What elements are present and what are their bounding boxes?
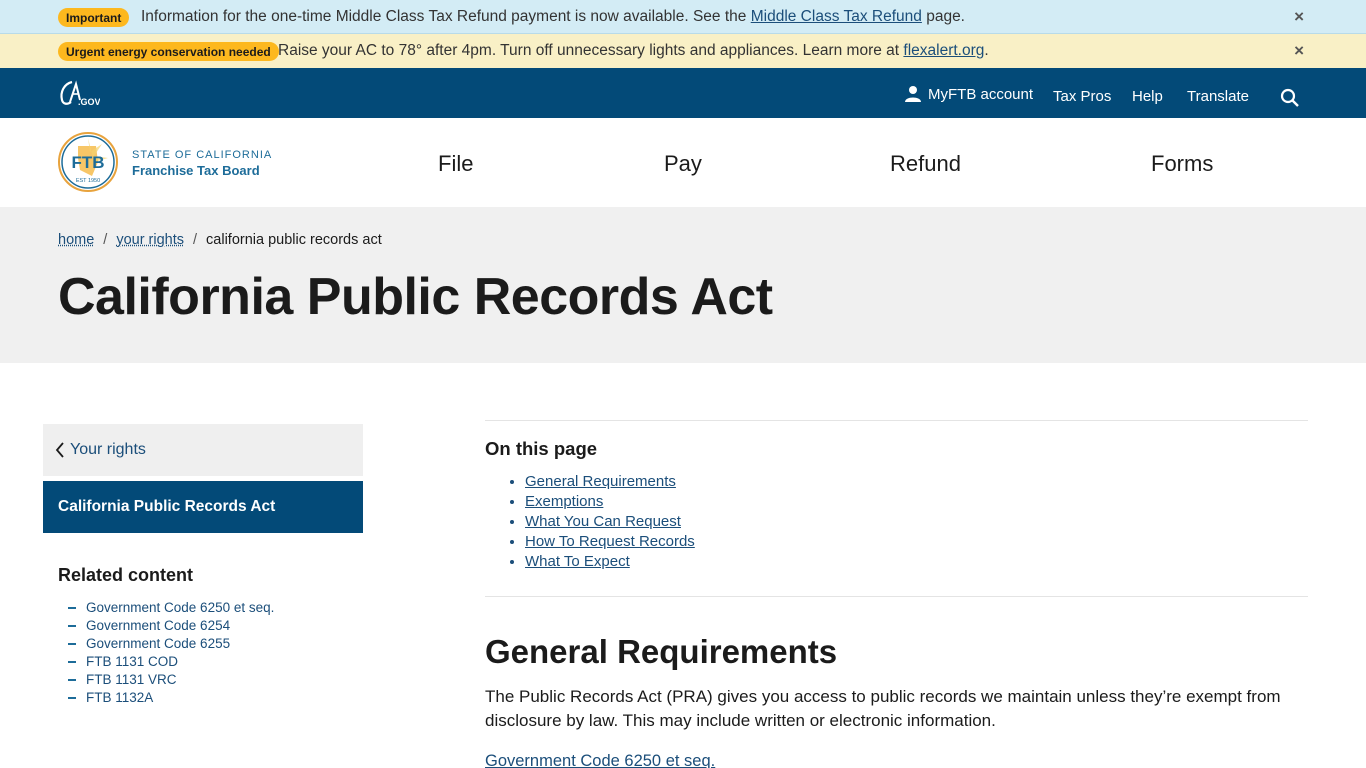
close-icon[interactable]: × bbox=[1294, 41, 1304, 61]
dash-icon bbox=[68, 679, 76, 681]
related-content-title: Related content bbox=[58, 565, 194, 585]
related-item[interactable]: Government Code 6255 bbox=[68, 635, 274, 653]
main-navigation: FTB EST 1950 STATE OF CALIFORNIA Franchi… bbox=[0, 118, 1366, 207]
sidenav-back-your-rights[interactable]: Your rights bbox=[43, 424, 363, 476]
nav-file[interactable]: File bbox=[438, 151, 473, 177]
breadcrumb-your-rights[interactable]: your rights bbox=[116, 232, 184, 248]
dash-icon bbox=[68, 625, 76, 627]
anchor-exemptions[interactable]: Exemptions bbox=[525, 493, 603, 510]
related-item[interactable]: FTB 1132A bbox=[68, 689, 274, 707]
dash-icon bbox=[68, 661, 76, 663]
related-item[interactable]: Government Code 6254 bbox=[68, 617, 274, 635]
list-item: What You Can Request bbox=[525, 512, 695, 532]
government-code-link[interactable]: Government Code 6250 et seq. bbox=[485, 752, 715, 768]
alert-banner-important: Important Information for the one-time M… bbox=[0, 0, 1366, 34]
breadcrumb: home / your rights / california public recor… bbox=[58, 232, 382, 248]
list-item: Exemptions bbox=[525, 492, 695, 512]
breadcrumb-home[interactable]: home bbox=[58, 232, 94, 248]
anchor-how-to-request-records[interactable]: How To Request Records bbox=[525, 533, 695, 550]
user-icon bbox=[905, 86, 921, 102]
dash-icon bbox=[68, 697, 76, 699]
divider bbox=[485, 596, 1308, 597]
on-this-page-list: General Requirements Exemptions What You… bbox=[525, 472, 695, 572]
myftb-account-link[interactable]: MyFTB account bbox=[904, 85, 1033, 103]
svg-text:EST 1950: EST 1950 bbox=[76, 178, 100, 184]
middle-class-tax-refund-link[interactable]: Middle Class Tax Refund bbox=[751, 8, 922, 25]
list-item: How To Request Records bbox=[525, 532, 695, 552]
on-this-page-title: On this page bbox=[485, 438, 598, 459]
anchor-general-requirements[interactable]: General Requirements bbox=[525, 473, 676, 490]
svg-text:.GOV: .GOV bbox=[78, 97, 100, 107]
related-content-list: Government Code 6250 et seq. Government … bbox=[68, 599, 274, 707]
ca-gov-logo-icon[interactable]: .GOV bbox=[58, 78, 100, 108]
tax-pros-link[interactable]: Tax Pros bbox=[1053, 88, 1111, 105]
nav-forms[interactable]: Forms bbox=[1151, 151, 1213, 177]
org-state-label: STATE OF CALIFORNIA bbox=[132, 149, 273, 161]
page-header: home / your rights / california public recor… bbox=[0, 207, 1366, 363]
divider bbox=[485, 420, 1308, 421]
flexalert-link[interactable]: flexalert.org bbox=[903, 42, 984, 59]
close-icon[interactable]: × bbox=[1294, 7, 1304, 27]
ftb-logo-icon[interactable]: FTB EST 1950 bbox=[58, 132, 118, 192]
nav-refund[interactable]: Refund bbox=[890, 151, 961, 177]
translate-link[interactable]: Translate bbox=[1187, 88, 1249, 105]
alert-message: Information for the one-time Middle Clas… bbox=[141, 8, 965, 25]
alert-message: Raise your AC to 78° after 4pm. Turn off… bbox=[278, 42, 989, 59]
related-item[interactable]: FTB 1131 COD bbox=[68, 653, 274, 671]
related-item[interactable]: FTB 1131 VRC bbox=[68, 671, 274, 689]
nav-pay[interactable]: Pay bbox=[664, 151, 702, 177]
list-item: General Requirements bbox=[525, 472, 695, 492]
alert-banner-energy: Urgent energy conservation needed Raise … bbox=[0, 34, 1366, 68]
related-item[interactable]: Government Code 6250 et seq. bbox=[68, 599, 274, 617]
urgent-badge: Urgent energy conservation needed bbox=[58, 42, 279, 61]
sidenav-item-active[interactable]: California Public Records Act bbox=[43, 481, 363, 533]
dash-icon bbox=[68, 643, 76, 645]
section-title: General Requirements bbox=[485, 633, 838, 670]
dash-icon bbox=[68, 607, 76, 609]
anchor-what-to-expect[interactable]: What To Expect bbox=[525, 553, 630, 570]
page-title: California Public Records Act bbox=[58, 268, 773, 326]
search-icon[interactable] bbox=[1280, 88, 1300, 108]
chevron-left-icon bbox=[55, 442, 64, 458]
list-item: What To Expect bbox=[525, 552, 695, 572]
section-body: The Public Records Act (PRA) gives you a… bbox=[485, 687, 1281, 730]
svg-text:FTB: FTB bbox=[71, 153, 104, 172]
important-badge: Important bbox=[58, 8, 130, 27]
help-link[interactable]: Help bbox=[1132, 88, 1163, 105]
utility-header: .GOV MyFTB account Tax Pros Help Transla… bbox=[0, 68, 1366, 118]
anchor-what-you-can-request[interactable]: What You Can Request bbox=[525, 513, 681, 530]
breadcrumb-current: california public records act bbox=[206, 232, 382, 248]
org-name: Franchise Tax Board bbox=[132, 163, 260, 178]
